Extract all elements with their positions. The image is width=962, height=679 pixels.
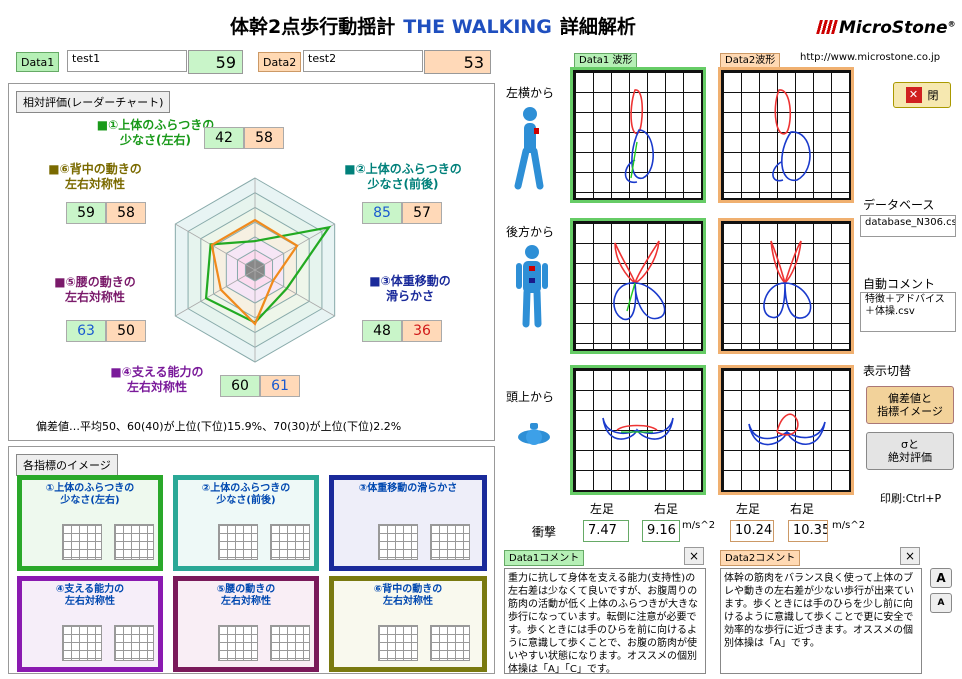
data1-top-trace — [602, 417, 674, 440]
axis4-data1-value: 60 — [220, 375, 260, 397]
data1-side-trace — [624, 89, 654, 183]
axis-values-3: 48 36 — [362, 320, 442, 342]
image-card-5[interactable]: ⑤腰の動きの 左右対称性 — [173, 576, 319, 672]
axis5-data1-value: 63 — [66, 320, 106, 342]
axis-label-6: ■⑥背中の動きの 左右対称性 — [48, 162, 142, 191]
impact-d1-left-label: 左足 — [590, 502, 615, 516]
axis-label-3: ■③体重移動の 滑らかさ — [369, 274, 451, 303]
data1-top-wave — [570, 365, 706, 495]
image-card-6[interactable]: ⑥背中の動きの 左右対称性 — [329, 576, 487, 672]
database-label: データベース — [863, 198, 935, 212]
axis4-data2-value: 61 — [260, 375, 300, 397]
data1-comment-close-button[interactable]: × — [684, 547, 704, 565]
impact-d2-left-label: 左足 — [736, 502, 761, 516]
data1-back-trace — [613, 240, 666, 321]
image-card-3[interactable]: ③体重移動の滑らかさ — [329, 475, 487, 571]
close-icon: ✕ — [905, 87, 922, 103]
data2-side-trace — [772, 89, 811, 182]
data1-score: 59 — [188, 50, 243, 74]
axis-values-4: 60 61 — [220, 375, 300, 397]
microstone-logo: MicroStone® — [816, 18, 956, 38]
axis5-data2-value: 50 — [106, 320, 146, 342]
axis-values-2: 85 57 — [362, 202, 442, 224]
image-card-1[interactable]: ①上体のふらつきの 少なさ(左右) — [17, 475, 163, 571]
close-button[interactable]: ✕ 閉 — [893, 82, 951, 108]
data2-name-field[interactable]: test2 — [303, 50, 423, 72]
deviation-image-button[interactable]: 偏差値と 指標イメージ — [866, 386, 954, 424]
auto-comment-label: 自動コメント — [863, 277, 936, 291]
data2-top-wave — [718, 365, 854, 495]
axis-values-5: 63 50 — [66, 320, 146, 342]
impact-d2-right: 10.35 — [788, 520, 828, 542]
font-larger-button[interactable]: A — [930, 568, 952, 588]
data2-back-trace — [763, 240, 812, 319]
data1-comment-text[interactable]: 重力に抗して身体を支える能力(支持性)の左右差は少なくて良いですが、お腹周りの筋… — [504, 568, 706, 674]
logo-bars-icon — [816, 20, 838, 34]
radar-chart — [174, 177, 336, 363]
axis2-data1-value: 85 — [362, 202, 402, 224]
data2-score: 53 — [424, 50, 491, 74]
impact-d1-unit: m/s^2 — [682, 520, 716, 531]
impact-d2-left: 10.24 — [730, 520, 774, 542]
impact-d1-right: 9.16 — [642, 520, 680, 542]
data1-back-wave — [570, 218, 706, 354]
impact-label: 衝撃 — [532, 525, 557, 539]
axis-values-6: 59 58 — [66, 202, 146, 224]
data2-top-trace — [748, 413, 826, 446]
database-field[interactable]: database_N306.csv — [860, 215, 956, 237]
image-card-4[interactable]: ④支える能力の 左右対称性 — [17, 576, 163, 672]
row-label-top: 頭上から — [506, 390, 555, 404]
image-card-2[interactable]: ②上体のふらつきの 少なさ(前後) — [173, 475, 319, 571]
impact-d1-right-label: 右足 — [654, 502, 679, 516]
display-toggle-label: 表示切替 — [863, 364, 912, 378]
company-url: http://www.microstone.co.jp — [800, 52, 941, 63]
page-title: 体幹2点歩行動揺計 THE WALKING 詳細解析 — [230, 16, 636, 38]
axis-label-4: ■④支える能力の 左右対称性 — [110, 365, 204, 394]
sigma-absolute-button[interactable]: σと 絶対評価 — [866, 432, 954, 470]
axis-label-2: ■②上体のふらつきの 少なさ(前後) — [344, 162, 462, 191]
impact-d2-right-label: 右足 — [790, 502, 815, 516]
radar-footnote: 偏差値…平均50、60(40)が上位(下位)15.9%、70(30)が上位(下位… — [36, 420, 402, 433]
data1-wave-title: Data1 波形 — [574, 53, 638, 68]
data1-name-field[interactable]: test1 — [67, 50, 187, 72]
axis6-data1-value: 59 — [66, 202, 106, 224]
axis3-data1-value: 48 — [362, 320, 402, 342]
data1-comment-title: Data1コメント — [504, 550, 585, 566]
data2-back-wave — [718, 218, 854, 354]
impact-d2-unit: m/s^2 — [832, 520, 866, 531]
walker-side-icon — [514, 107, 544, 190]
axis1-data2-value: 58 — [244, 127, 284, 149]
data2-side-wave — [718, 67, 854, 203]
axis-label-5: ■⑤腰の動きの 左右対称性 — [54, 275, 136, 304]
row-label-back: 後方から — [506, 225, 555, 239]
auto-comment-field[interactable]: 特徴＋アドバイス ＋体操.csv — [860, 292, 956, 332]
radar-section-title: 相対評価(レーダーチャート) — [16, 91, 171, 113]
axis6-data2-value: 58 — [106, 202, 146, 224]
data2-wave-title: Data2波形 — [720, 53, 781, 68]
impact-d1-left: 7.47 — [583, 520, 629, 542]
walker-back-icon — [516, 245, 548, 328]
images-section-title: 各指標のイメージ — [16, 454, 118, 476]
axis3-data2-value: 36 — [402, 320, 442, 342]
row-label-side: 左横から — [506, 86, 555, 100]
axis1-data1-value: 42 — [204, 127, 244, 149]
data1-label: Data1 — [16, 52, 60, 72]
data2-comment-text[interactable]: 体幹の筋肉をバランス良く使って上体のブレや動きの左右差が少ない歩行が出来ています… — [720, 568, 922, 674]
data2-label: Data2 — [258, 52, 302, 72]
axis-values-1: 42 58 — [204, 127, 284, 149]
print-shortcut-label: 印刷:Ctrl+P — [880, 492, 942, 505]
axis2-data2-value: 57 — [402, 202, 442, 224]
data1-side-wave — [570, 67, 706, 203]
font-smaller-button[interactable]: A — [930, 593, 952, 613]
data2-comment-title: Data2コメント — [720, 550, 801, 566]
walker-top-icon — [518, 423, 550, 445]
data2-comment-close-button[interactable]: × — [900, 547, 920, 565]
